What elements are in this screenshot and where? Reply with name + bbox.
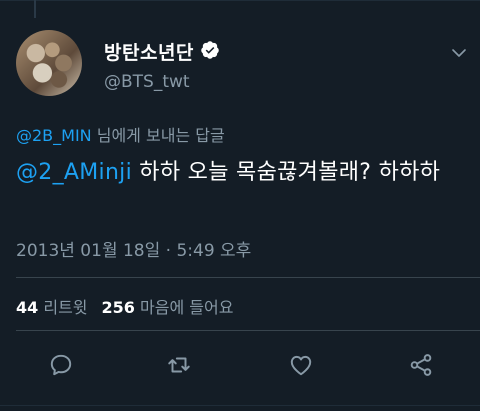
reply-context: @2B_MIN 님에게 보내는 답글 bbox=[16, 122, 225, 146]
tweet-stats: 44 리트윗 256 마음에 들어요 bbox=[16, 294, 233, 318]
bottom-divider bbox=[0, 405, 480, 406]
tweet-body-text: 하하 오늘 목숨끊겨볼래? 하하하 bbox=[132, 160, 441, 185]
share-icon[interactable] bbox=[408, 352, 434, 378]
retweet-count-link[interactable]: 44 리트윗 bbox=[16, 298, 88, 317]
reply-icon[interactable] bbox=[48, 352, 74, 378]
chevron-down-icon[interactable] bbox=[450, 44, 468, 62]
tweet-actions bbox=[0, 352, 480, 382]
tweet-header: 방탄소년단 @BTS_twt bbox=[0, 26, 480, 106]
heart-icon[interactable] bbox=[288, 352, 314, 378]
user-handle[interactable]: @BTS_twt bbox=[104, 72, 190, 92]
retweet-count: 44 bbox=[16, 298, 39, 317]
display-name[interactable]: 방탄소년단 bbox=[104, 38, 194, 65]
verified-badge-icon bbox=[201, 41, 219, 59]
reply-to-mention-link[interactable]: @2B_MIN bbox=[16, 126, 92, 145]
divider bbox=[16, 277, 480, 278]
retweet-label: 리트윗 bbox=[43, 298, 88, 317]
reply-to-suffix: 님에게 보내는 답글 bbox=[91, 126, 225, 145]
tweet-mention-link[interactable]: @2_AMinji bbox=[16, 160, 132, 185]
retweet-icon[interactable] bbox=[166, 352, 192, 378]
tweet-timestamp[interactable]: 2013년 01월 18일 · 5:49 오후 bbox=[16, 236, 251, 261]
tweet-text: @2_AMinji 하하 오늘 목숨끊겨볼래? 하하하 bbox=[16, 157, 466, 189]
avatar[interactable] bbox=[16, 30, 82, 96]
thread-connector-line bbox=[34, 0, 36, 18]
top-divider bbox=[0, 0, 480, 1]
divider bbox=[16, 330, 480, 331]
like-label: 마음에 들어요 bbox=[140, 298, 234, 317]
like-count-link[interactable]: 256 마음에 들어요 bbox=[102, 298, 234, 317]
like-count: 256 bbox=[101, 298, 135, 317]
